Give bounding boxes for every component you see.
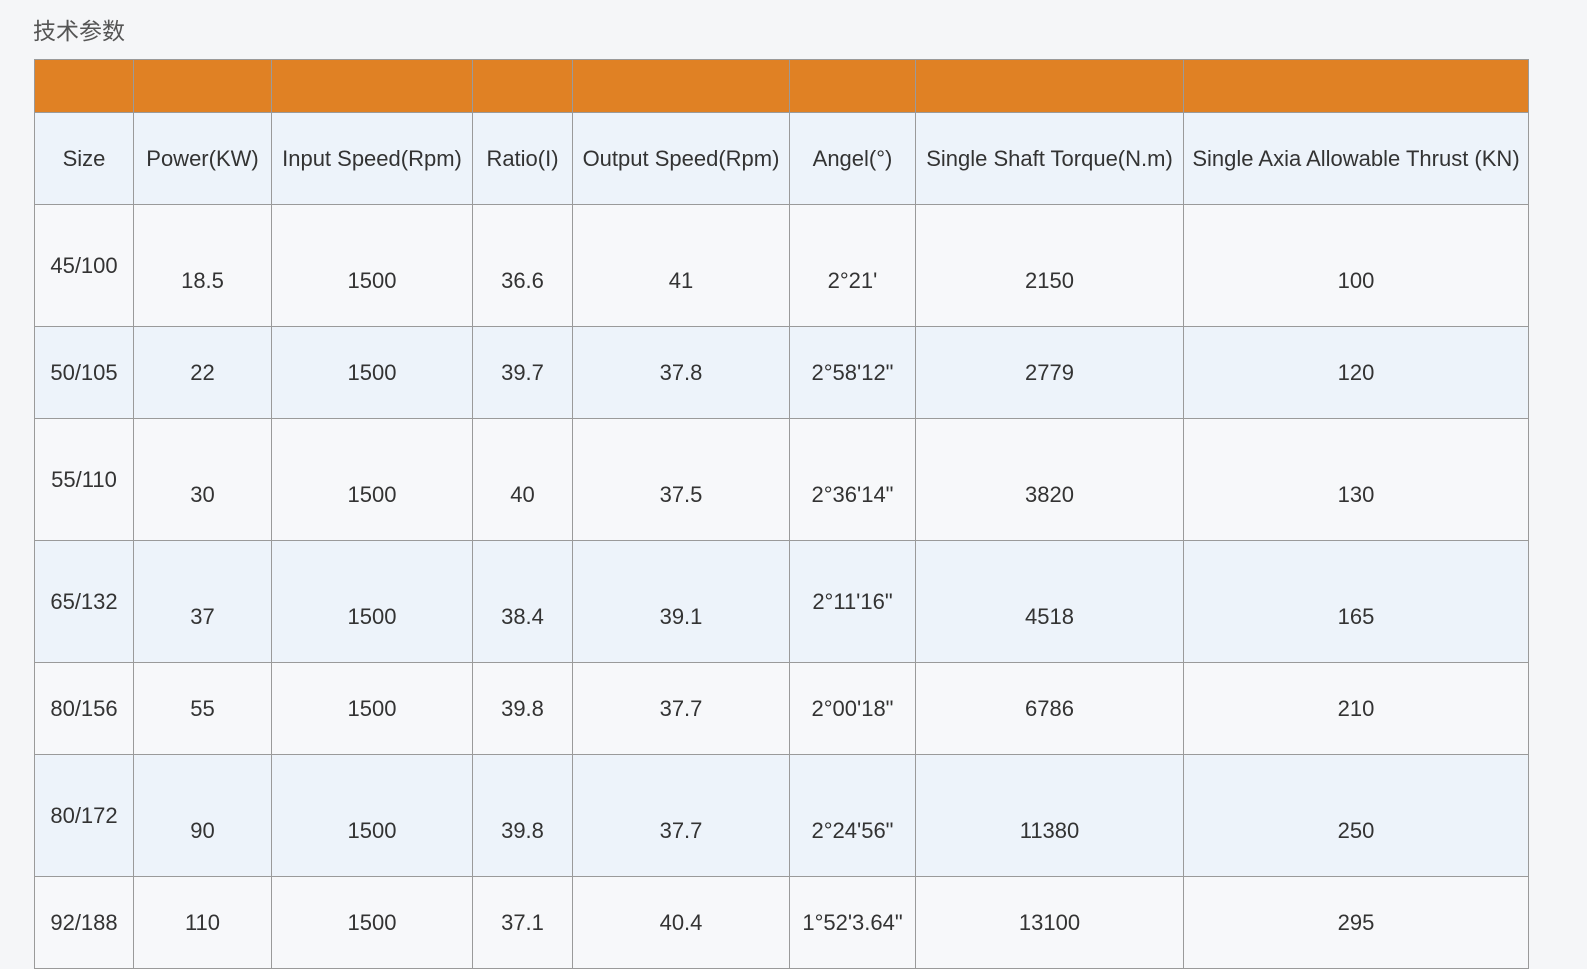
cell-ratio: 37.1 [472,876,573,969]
cell-power: 90 [133,754,272,877]
cell-ratio: 39.8 [472,662,573,755]
cell-output-speed: 41 [572,204,790,327]
cell-allowable-thrust: 100 [1183,204,1529,327]
cell-allowable-thrust: 250 [1183,754,1529,877]
column-header-input-speed: Input Speed(Rpm) [271,112,473,205]
cell-allowable-thrust: 295 [1183,876,1529,969]
cell-size: 45/100 [34,204,134,327]
table-header-row: Size Power(KW) Input Speed(Rpm) Ratio(I)… [34,112,1529,205]
cell-output-speed: 37.5 [572,418,790,541]
cell-input-speed: 1500 [271,540,473,663]
accent-cell [133,59,272,113]
table-row: 45/100 18.5 1500 36.6 41 2°21' 2150 100 [34,204,1529,327]
column-header-power: Power(KW) [133,112,272,205]
cell-power: 30 [133,418,272,541]
cell-size: 65/132 [34,540,134,663]
cell-shaft-torque: 11380 [915,754,1184,877]
column-header-ratio: Ratio(I) [472,112,573,205]
table-row: 92/188 110 1500 37.1 40.4 1°52'3.64" 131… [34,876,1529,969]
cell-shaft-torque: 2779 [915,326,1184,419]
cell-shaft-torque: 6786 [915,662,1184,755]
cell-angel: 2°00'18" [789,662,916,755]
cell-output-speed: 37.7 [572,754,790,877]
cell-input-speed: 1500 [271,754,473,877]
cell-angel: 2°58'12" [789,326,916,419]
column-header-allowable-thrust: Single Axia Allowable Thrust (KN) [1183,112,1529,205]
accent-cell [1183,59,1529,113]
cell-allowable-thrust: 130 [1183,418,1529,541]
cell-size: 55/110 [34,418,134,541]
cell-output-speed: 40.4 [572,876,790,969]
cell-output-speed: 37.7 [572,662,790,755]
column-header-angel: Angel(°) [789,112,916,205]
column-header-output-speed: Output Speed(Rpm) [572,112,790,205]
table-row: 80/156 55 1500 39.8 37.7 2°00'18" 6786 2… [34,662,1529,755]
accent-cell [915,59,1184,113]
cell-input-speed: 1500 [271,662,473,755]
section-title: 技术参数 [33,19,125,45]
column-header-size: Size [34,112,134,205]
cell-shaft-torque: 4518 [915,540,1184,663]
cell-ratio: 38.4 [472,540,573,663]
cell-power: 110 [133,876,272,969]
cell-angel: 2°24'56" [789,754,916,877]
table-row: 50/105 22 1500 39.7 37.8 2°58'12" 2779 1… [34,326,1529,419]
cell-input-speed: 1500 [271,326,473,419]
cell-shaft-torque: 3820 [915,418,1184,541]
cell-shaft-torque: 2150 [915,204,1184,327]
cell-shaft-torque: 13100 [915,876,1184,969]
cell-angel: 1°52'3.64" [789,876,916,969]
cell-angel: 2°36'14" [789,418,916,541]
accent-cell [789,59,916,113]
accent-cell [472,59,573,113]
cell-output-speed: 39.1 [572,540,790,663]
cell-size: 80/156 [34,662,134,755]
table-row: 80/172 90 1500 39.8 37.7 2°24'56" 11380 … [34,754,1529,877]
cell-power: 18.5 [133,204,272,327]
accent-cell [34,59,134,113]
cell-allowable-thrust: 120 [1183,326,1529,419]
cell-allowable-thrust: 210 [1183,662,1529,755]
table-row: 65/132 37 1500 38.4 39.1 2°11'16" 4518 1… [34,540,1529,663]
cell-power: 55 [133,662,272,755]
cell-input-speed: 1500 [271,204,473,327]
cell-ratio: 36.6 [472,204,573,327]
column-header-shaft-torque: Single Shaft Torque(N.m) [915,112,1184,205]
table-accent-row [34,59,1529,113]
cell-ratio: 40 [472,418,573,541]
spec-table: Size Power(KW) Input Speed(Rpm) Ratio(I)… [34,59,1529,969]
accent-cell [271,59,473,113]
cell-output-speed: 37.8 [572,326,790,419]
accent-cell [572,59,790,113]
cell-size: 80/172 [34,754,134,877]
cell-allowable-thrust: 165 [1183,540,1529,663]
cell-angel: 2°11'16" [789,540,916,663]
cell-ratio: 39.8 [472,754,573,877]
cell-ratio: 39.7 [472,326,573,419]
table-row: 55/110 30 1500 40 37.5 2°36'14" 3820 130 [34,418,1529,541]
cell-size: 92/188 [34,876,134,969]
cell-input-speed: 1500 [271,876,473,969]
cell-input-speed: 1500 [271,418,473,541]
cell-power: 22 [133,326,272,419]
cell-angel: 2°21' [789,204,916,327]
cell-size: 50/105 [34,326,134,419]
cell-power: 37 [133,540,272,663]
